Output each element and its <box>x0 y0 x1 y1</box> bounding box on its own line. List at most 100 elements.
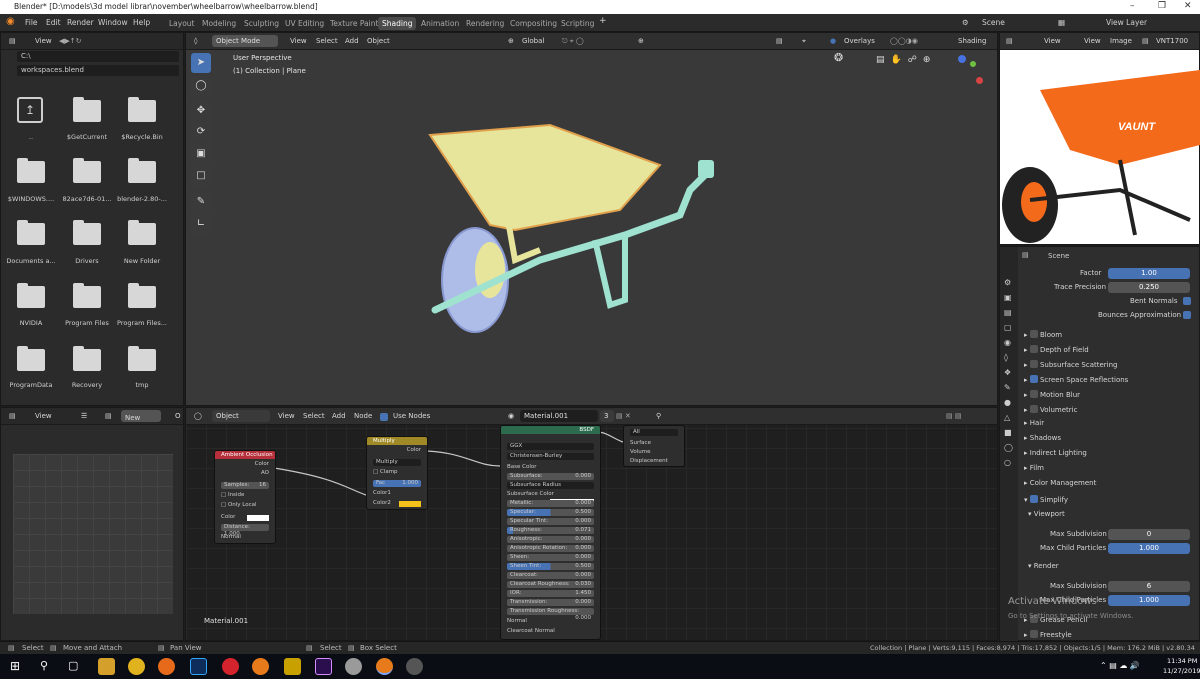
filename-field[interactable]: workspaces.blend <box>17 65 179 76</box>
tab-scripting[interactable]: Scripting <box>557 17 598 30</box>
ao-samples-field[interactable]: Samples: 16 <box>221 482 269 489</box>
tray-icons[interactable]: ⌃ ▤ ☁ 🔊 <box>1100 661 1140 670</box>
file-item[interactable]: Documents a... <box>3 257 59 265</box>
max-child-r-slider[interactable]: 1.000 <box>1108 595 1190 606</box>
image-editor[interactable]: ▤ View View Image ▤ VNT1700 VAUNT <box>999 32 1200 245</box>
gizmo-icon[interactable]: ⌖ <box>802 37 806 46</box>
file-item[interactable]: Recovery <box>59 381 115 389</box>
bsdf-sheen-tint[interactable]: Sheen Tint: 0.500 <box>507 563 594 570</box>
trace-slider[interactable]: 0.250 <box>1108 282 1190 293</box>
image-menu[interactable]: Image <box>1110 37 1132 45</box>
file-item[interactable]: New Folder <box>114 257 170 265</box>
bsdf-sheen[interactable]: Sheen: 0.000 <box>507 554 594 561</box>
tab-sculpting[interactable]: Sculpting <box>240 17 283 30</box>
node-editor[interactable]: ◯ Object View Select Add Node Use Nodes … <box>185 407 998 641</box>
editor-type-icon[interactable]: ▤ <box>1006 37 1013 45</box>
image-icon[interactable]: ▤ <box>1142 37 1149 45</box>
blender-logo-icon[interactable]: ◉ <box>6 16 15 27</box>
max-subdiv-vp-field[interactable]: 0 <box>1108 529 1190 540</box>
path-field[interactable]: C:\ <box>17 51 179 62</box>
max-child-vp-slider[interactable]: 1.000 <box>1108 543 1190 554</box>
parent-dir-icon[interactable]: ↥ <box>17 97 43 123</box>
overlays-icon[interactable]: ● <box>830 37 836 45</box>
search-icon[interactable]: ⚲ <box>40 659 48 672</box>
tab-modeling[interactable]: Modeling <box>198 17 240 30</box>
firefox-icon[interactable] <box>158 658 175 675</box>
viewport-menu-object[interactable]: Object <box>367 37 390 45</box>
folder-icon[interactable] <box>73 158 101 183</box>
folder-icon[interactable] <box>17 283 45 308</box>
multiply-node[interactable]: Multiply Color Multiply □ Clamp Fac 1.000… <box>366 436 428 510</box>
uv-image-panel[interactable]: ▤ View ☰ ▤ New O <box>0 407 184 641</box>
transform-tool-icon[interactable]: □ <box>191 166 211 186</box>
section-motion-blur[interactable]: ▸ Motion Blur <box>1024 389 1080 399</box>
file-item[interactable]: NVIDIA <box>3 319 59 327</box>
file-item[interactable]: Program Files <box>59 319 115 327</box>
file-item[interactable]: .. <box>3 133 59 141</box>
folder-icon[interactable] <box>73 346 101 371</box>
section-bloom[interactable]: ▸ Bloom <box>1024 329 1062 339</box>
file-view-menu[interactable]: View <box>35 37 52 45</box>
overlays-dropdown[interactable]: Overlays <box>844 37 875 45</box>
gizmo-z-icon[interactable] <box>958 55 966 63</box>
measure-tool-icon[interactable]: ∟ <box>191 214 211 234</box>
viewport-menu-add[interactable]: Add <box>345 37 359 45</box>
ao-distance-field[interactable]: Distance: 1.000 <box>221 524 269 537</box>
scene-name[interactable]: Scene <box>982 18 1005 27</box>
cursor-tool-icon[interactable]: ◯ <box>191 76 211 96</box>
section-dof[interactable]: ▸ Depth of Field <box>1024 344 1089 354</box>
section-freestyle[interactable]: ▸ Freestyle <box>1024 629 1072 639</box>
menu-edit[interactable]: Edit <box>46 18 61 27</box>
section-ssr[interactable]: ▸ Screen Space Reflections <box>1024 374 1128 384</box>
bsdf-transmission[interactable]: Transmission: 0.000 <box>507 599 594 606</box>
camera-view-icon[interactable]: ❂ <box>834 51 843 64</box>
folder-icon[interactable] <box>73 283 101 308</box>
bsdf-specular[interactable]: Specular: 0.500 <box>507 509 594 516</box>
tab-rendering[interactable]: Rendering <box>462 17 508 30</box>
file-item[interactable]: $Recycle.Bin <box>114 133 170 141</box>
maximize-icon[interactable]: ❐ <box>1158 1 1166 11</box>
folder-icon[interactable] <box>128 97 156 122</box>
bsdf-transmission-roughness[interactable]: Transmission Roughness: 0.000 <box>507 608 594 621</box>
image-name[interactable]: VNT1700 <box>1156 37 1188 45</box>
snap-icon[interactable]: ⎋ ⌖ ◯ <box>562 37 584 46</box>
tab-compositing[interactable]: Compositing <box>506 17 561 30</box>
folder-icon[interactable] <box>128 220 156 245</box>
uv-view-menu[interactable]: View <box>35 412 52 420</box>
menu-help[interactable]: Help <box>133 18 150 27</box>
multiply-fac-slider[interactable]: Fac 1.000 <box>373 480 421 487</box>
bsdf-subsurface-color[interactable]: Subsurface Color <box>507 491 594 505</box>
view-layer-name[interactable]: View Layer <box>1106 18 1147 27</box>
blender-icon[interactable] <box>252 658 269 675</box>
nav-arrows-icon[interactable]: ◀▶↑↻ <box>59 37 82 45</box>
multiply-mode-dropdown[interactable]: Multiply <box>373 459 421 466</box>
rotate-tool-icon[interactable]: ⟳ <box>191 122 211 142</box>
wheelbarrow-model[interactable] <box>420 120 730 340</box>
tab-layout[interactable]: Layout <box>165 17 199 30</box>
scene-icon[interactable]: ⚙ <box>962 18 969 27</box>
task-view-icon[interactable]: ▢ <box>68 659 78 672</box>
file-item[interactable]: ProgramData <box>3 381 59 389</box>
annotate-tool-icon[interactable]: ✎ <box>191 192 211 212</box>
file-item[interactable]: blender-2.80-... <box>114 195 170 203</box>
bent-normals-checkbox[interactable] <box>1183 297 1191 305</box>
folder-icon[interactable] <box>73 220 101 245</box>
bsdf-subsurface-radius[interactable]: Subsurface Radius <box>507 482 594 489</box>
folder-icon[interactable] <box>128 346 156 371</box>
section-shadows[interactable]: ▸ Shadows <box>1024 434 1061 442</box>
image-view-menu[interactable]: View <box>1044 37 1061 45</box>
start-icon[interactable]: ⊞ <box>10 659 20 673</box>
material-output-node[interactable]: All Surface Volume Displacement <box>623 425 685 467</box>
orientation-dropdown[interactable]: Global <box>522 37 544 45</box>
bsdf-clearcoat[interactable]: Clearcoat: 0.000 <box>507 572 594 579</box>
new-image-button[interactable]: New <box>121 410 161 422</box>
editor-type-icon[interactable]: ▤ <box>9 412 16 420</box>
close-icon[interactable]: ✕ <box>1184 1 1192 11</box>
app3-icon[interactable] <box>406 658 423 675</box>
bsdf-anisotropic[interactable]: Anisotropic: 0.000 <box>507 536 594 543</box>
menu-window[interactable]: Window <box>98 18 128 27</box>
file-item[interactable]: $GetCurrent <box>59 133 115 141</box>
viewport-subsection[interactable]: ▾ Viewport <box>1028 510 1065 518</box>
blender-active-icon[interactable] <box>376 658 393 675</box>
app2-icon[interactable] <box>345 658 362 675</box>
